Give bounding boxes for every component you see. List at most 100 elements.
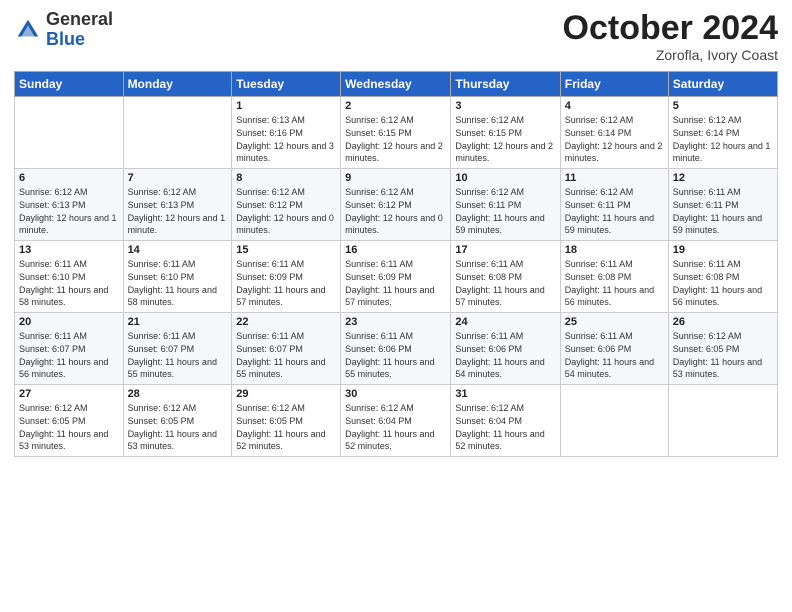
calendar-cell: 12Sunrise: 6:11 AM Sunset: 6:11 PM Dayli… bbox=[668, 169, 777, 241]
calendar-cell: 10Sunrise: 6:12 AM Sunset: 6:11 PM Dayli… bbox=[451, 169, 560, 241]
header-saturday: Saturday bbox=[668, 72, 777, 97]
calendar-cell bbox=[15, 97, 124, 169]
day-detail: Sunrise: 6:13 AM Sunset: 6:16 PM Dayligh… bbox=[236, 114, 336, 164]
day-number: 23 bbox=[345, 316, 446, 328]
calendar-week-2: 6 Sunrise: 6:12 AM Sunset: 6:13 PM Daylig… bbox=[15, 169, 778, 241]
day-detail: Sunrise: 6:11 AM Sunset: 6:06 PM Dayligh… bbox=[565, 330, 664, 380]
calendar-cell: 25 Sunrise: 6:11 AM Sunset: 6:06 PM Dayli… bbox=[560, 313, 668, 385]
calendar-cell: 26 Sunrise: 6:12 AM Sunset: 6:05 PM Dayli… bbox=[668, 313, 777, 385]
calendar-header-row: Sunday Monday Tuesday Wednesday Thursday… bbox=[15, 72, 778, 97]
day-detail: Sunrise: 6:11 AM Sunset: 6:07 PM Dayligh… bbox=[128, 330, 228, 380]
month-title: October 2024 bbox=[563, 10, 778, 47]
calendar-cell: 30 Sunrise: 6:12 AM Sunset: 6:04 PM Dayli… bbox=[341, 385, 451, 457]
day-detail: Sunrise: 6:12 AM Sunset: 6:15 PM Dayligh… bbox=[345, 114, 446, 164]
day-number: 10 bbox=[455, 172, 555, 184]
day-number: 30 bbox=[345, 388, 446, 400]
calendar-cell: 29 Sunrise: 6:12 AM Sunset: 6:05 PM Dayli… bbox=[232, 385, 341, 457]
day-number: 31 bbox=[455, 388, 555, 400]
header-sunday: Sunday bbox=[15, 72, 124, 97]
day-number: 8 bbox=[236, 172, 336, 184]
day-number: 11 bbox=[565, 172, 664, 184]
day-detail: Sunrise: 6:11 AM Sunset: 6:10 PM Dayligh… bbox=[128, 258, 228, 308]
day-detail: Sunrise: 6:12 AM Sunset: 6:13 PM Dayligh… bbox=[19, 186, 119, 236]
calendar-cell: 3 Sunrise: 6:12 AM Sunset: 6:15 PM Daylig… bbox=[451, 97, 560, 169]
logo-blue-text: Blue bbox=[46, 29, 85, 49]
day-number: 25 bbox=[565, 316, 664, 328]
page-header: General Blue October 2024 Zorofla, Ivory… bbox=[14, 10, 778, 63]
day-detail: Sunrise: 6:11 AM Sunset: 6:08 PM Dayligh… bbox=[673, 258, 773, 308]
day-detail: Sunrise: 6:11 AM Sunset: 6:10 PM Dayligh… bbox=[19, 258, 119, 308]
day-number: 27 bbox=[19, 388, 119, 400]
calendar-cell: 27Sunrise: 6:12 AM Sunset: 6:05 PM Dayli… bbox=[15, 385, 124, 457]
day-number: 14 bbox=[128, 244, 228, 256]
day-detail: Sunrise: 6:12 AM Sunset: 6:05 PM Dayligh… bbox=[128, 402, 228, 452]
day-number: 20 bbox=[19, 316, 119, 328]
title-block: October 2024 Zorofla, Ivory Coast bbox=[563, 10, 778, 63]
day-number: 4 bbox=[565, 100, 664, 112]
day-number: 2 bbox=[345, 100, 446, 112]
day-number: 7 bbox=[128, 172, 228, 184]
day-number: 16 bbox=[345, 244, 446, 256]
logo-general-text: General bbox=[46, 9, 113, 29]
day-detail: Sunrise: 6:12 AM Sunset: 6:14 PM Dayligh… bbox=[673, 114, 773, 164]
day-detail: Sunrise: 6:11 AM Sunset: 6:07 PM Dayligh… bbox=[19, 330, 119, 380]
day-detail: Sunrise: 6:12 AM Sunset: 6:15 PM Dayligh… bbox=[455, 114, 555, 164]
calendar-cell: 13 Sunrise: 6:11 AM Sunset: 6:10 PM Dayli… bbox=[15, 241, 124, 313]
calendar-cell: 23 Sunrise: 6:11 AM Sunset: 6:06 PM Dayli… bbox=[341, 313, 451, 385]
calendar-cell bbox=[668, 385, 777, 457]
logo-icon bbox=[14, 16, 42, 44]
calendar-cell: 15 Sunrise: 6:11 AM Sunset: 6:09 PM Dayli… bbox=[232, 241, 341, 313]
day-detail: Sunrise: 6:11 AM Sunset: 6:06 PM Dayligh… bbox=[455, 330, 555, 380]
calendar-week-4: 20 Sunrise: 6:11 AM Sunset: 6:07 PM Dayli… bbox=[15, 313, 778, 385]
day-number: 28 bbox=[128, 388, 228, 400]
day-detail: Sunrise: 6:12 AM Sunset: 6:13 PM Dayligh… bbox=[128, 186, 228, 236]
day-number: 13 bbox=[19, 244, 119, 256]
day-number: 22 bbox=[236, 316, 336, 328]
header-wednesday: Wednesday bbox=[341, 72, 451, 97]
day-number: 21 bbox=[128, 316, 228, 328]
calendar-cell: 21 Sunrise: 6:11 AM Sunset: 6:07 PM Dayli… bbox=[123, 313, 232, 385]
calendar-cell: 16Sunrise: 6:11 AM Sunset: 6:09 PM Dayli… bbox=[341, 241, 451, 313]
calendar-cell: 24Sunrise: 6:11 AM Sunset: 6:06 PM Dayli… bbox=[451, 313, 560, 385]
calendar-cell: 31 Sunrise: 6:12 AM Sunset: 6:04 PM Dayli… bbox=[451, 385, 560, 457]
day-detail: Sunrise: 6:12 AM Sunset: 6:05 PM Dayligh… bbox=[673, 330, 773, 380]
calendar-cell: 7 Sunrise: 6:12 AM Sunset: 6:13 PM Daylig… bbox=[123, 169, 232, 241]
day-detail: Sunrise: 6:12 AM Sunset: 6:12 PM Dayligh… bbox=[345, 186, 446, 236]
calendar-cell: 28 Sunrise: 6:12 AM Sunset: 6:05 PM Dayli… bbox=[123, 385, 232, 457]
day-number: 18 bbox=[565, 244, 664, 256]
calendar-week-5: 27 Sunrise: 6:12 AM Sunset: 6:05 PM Dayli… bbox=[15, 385, 778, 457]
day-detail: Sunrise: 6:11 AM Sunset: 6:07 PM Dayligh… bbox=[236, 330, 336, 380]
day-number: 1 bbox=[236, 100, 336, 112]
day-detail: Sunrise: 6:11 AM Sunset: 6:08 PM Dayligh… bbox=[565, 258, 664, 308]
day-detail: Sunrise: 6:12 AM Sunset: 6:04 PM Dayligh… bbox=[455, 402, 555, 452]
header-thursday: Thursday bbox=[451, 72, 560, 97]
day-detail: Sunrise: 6:11 AM Sunset: 6:09 PM Dayligh… bbox=[236, 258, 336, 308]
day-number: 5 bbox=[673, 100, 773, 112]
day-number: 6 bbox=[19, 172, 119, 184]
calendar-cell: 9Sunrise: 6:12 AM Sunset: 6:12 PM Daylig… bbox=[341, 169, 451, 241]
calendar-cell: 11Sunrise: 6:12 AM Sunset: 6:11 PM Dayli… bbox=[560, 169, 668, 241]
calendar-cell: 6 Sunrise: 6:12 AM Sunset: 6:13 PM Daylig… bbox=[15, 169, 124, 241]
calendar-cell: 17Sunrise: 6:11 AM Sunset: 6:08 PM Dayli… bbox=[451, 241, 560, 313]
calendar-cell: 14 Sunrise: 6:11 AM Sunset: 6:10 PM Dayli… bbox=[123, 241, 232, 313]
calendar-cell: 19 Sunrise: 6:11 AM Sunset: 6:08 PM Dayli… bbox=[668, 241, 777, 313]
day-number: 17 bbox=[455, 244, 555, 256]
day-detail: Sunrise: 6:12 AM Sunset: 6:12 PM Dayligh… bbox=[236, 186, 336, 236]
calendar-cell: 22 Sunrise: 6:11 AM Sunset: 6:07 PM Dayli… bbox=[232, 313, 341, 385]
calendar-week-3: 13 Sunrise: 6:11 AM Sunset: 6:10 PM Dayli… bbox=[15, 241, 778, 313]
day-number: 15 bbox=[236, 244, 336, 256]
day-detail: Sunrise: 6:12 AM Sunset: 6:14 PM Dayligh… bbox=[565, 114, 664, 164]
calendar-cell: 1 Sunrise: 6:13 AM Sunset: 6:16 PM Daylig… bbox=[232, 97, 341, 169]
day-detail: Sunrise: 6:11 AM Sunset: 6:06 PM Dayligh… bbox=[345, 330, 446, 380]
day-number: 26 bbox=[673, 316, 773, 328]
calendar-cell bbox=[123, 97, 232, 169]
day-number: 19 bbox=[673, 244, 773, 256]
calendar-cell bbox=[560, 385, 668, 457]
day-detail: Sunrise: 6:12 AM Sunset: 6:04 PM Dayligh… bbox=[345, 402, 446, 452]
day-number: 29 bbox=[236, 388, 336, 400]
day-number: 3 bbox=[455, 100, 555, 112]
logo: General Blue bbox=[14, 10, 113, 50]
day-detail: Sunrise: 6:11 AM Sunset: 6:11 PM Dayligh… bbox=[673, 186, 773, 236]
header-monday: Monday bbox=[123, 72, 232, 97]
day-detail: Sunrise: 6:12 AM Sunset: 6:05 PM Dayligh… bbox=[236, 402, 336, 452]
